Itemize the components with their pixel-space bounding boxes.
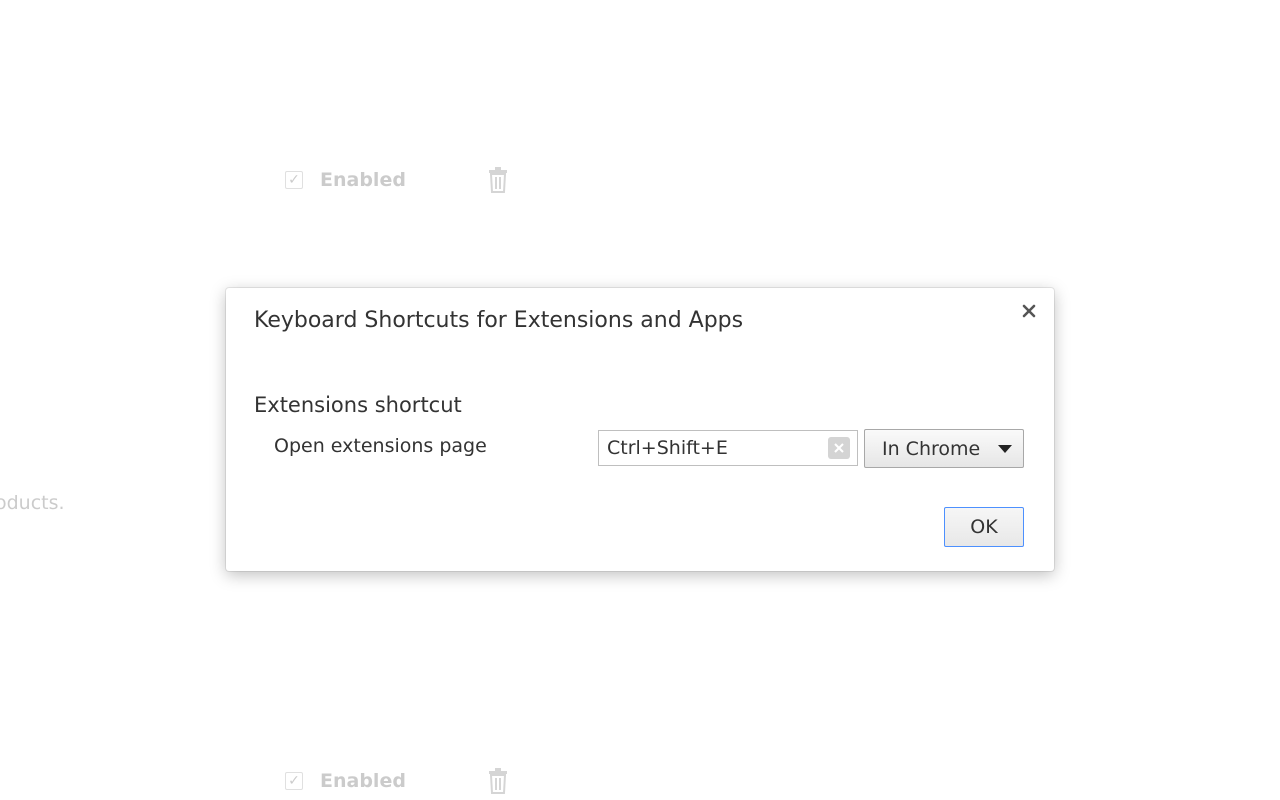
scope-select[interactable]: In Chrome — [864, 429, 1024, 468]
close-button[interactable] — [1018, 300, 1040, 322]
enabled-checkbox: ✓ — [285, 171, 303, 189]
chevron-down-icon — [998, 444, 1012, 453]
dialog-title: Keyboard Shortcuts for Extensions and Ap… — [254, 308, 744, 333]
clear-icon — [834, 443, 844, 453]
background-extension-row: ✓ Enabled — [285, 768, 509, 794]
keyboard-shortcuts-dialog: Keyboard Shortcuts for Extensions and Ap… — [226, 288, 1054, 571]
extensions-page: ✓ Enabled oducts. ✓ Enabled Keyboard Sho… — [0, 0, 1280, 800]
scope-selected-value: In Chrome — [882, 437, 981, 460]
trash-icon — [488, 768, 507, 794]
section-title: Extensions shortcut — [254, 393, 462, 417]
enabled-checkbox: ✓ — [285, 772, 303, 790]
enabled-label: Enabled — [320, 169, 406, 191]
trash-icon — [488, 167, 507, 193]
shortcut-value: Ctrl+Shift+E — [607, 437, 728, 459]
shortcut-input[interactable]: Ctrl+Shift+E — [598, 430, 858, 466]
close-icon — [1022, 304, 1036, 318]
ok-button[interactable]: OK — [944, 507, 1024, 547]
background-description-text: oducts. — [0, 492, 65, 514]
clear-shortcut-button[interactable] — [828, 437, 850, 459]
command-label: Open extensions page — [274, 435, 487, 457]
enabled-label: Enabled — [320, 770, 406, 792]
background-extension-row: ✓ Enabled — [285, 167, 509, 193]
